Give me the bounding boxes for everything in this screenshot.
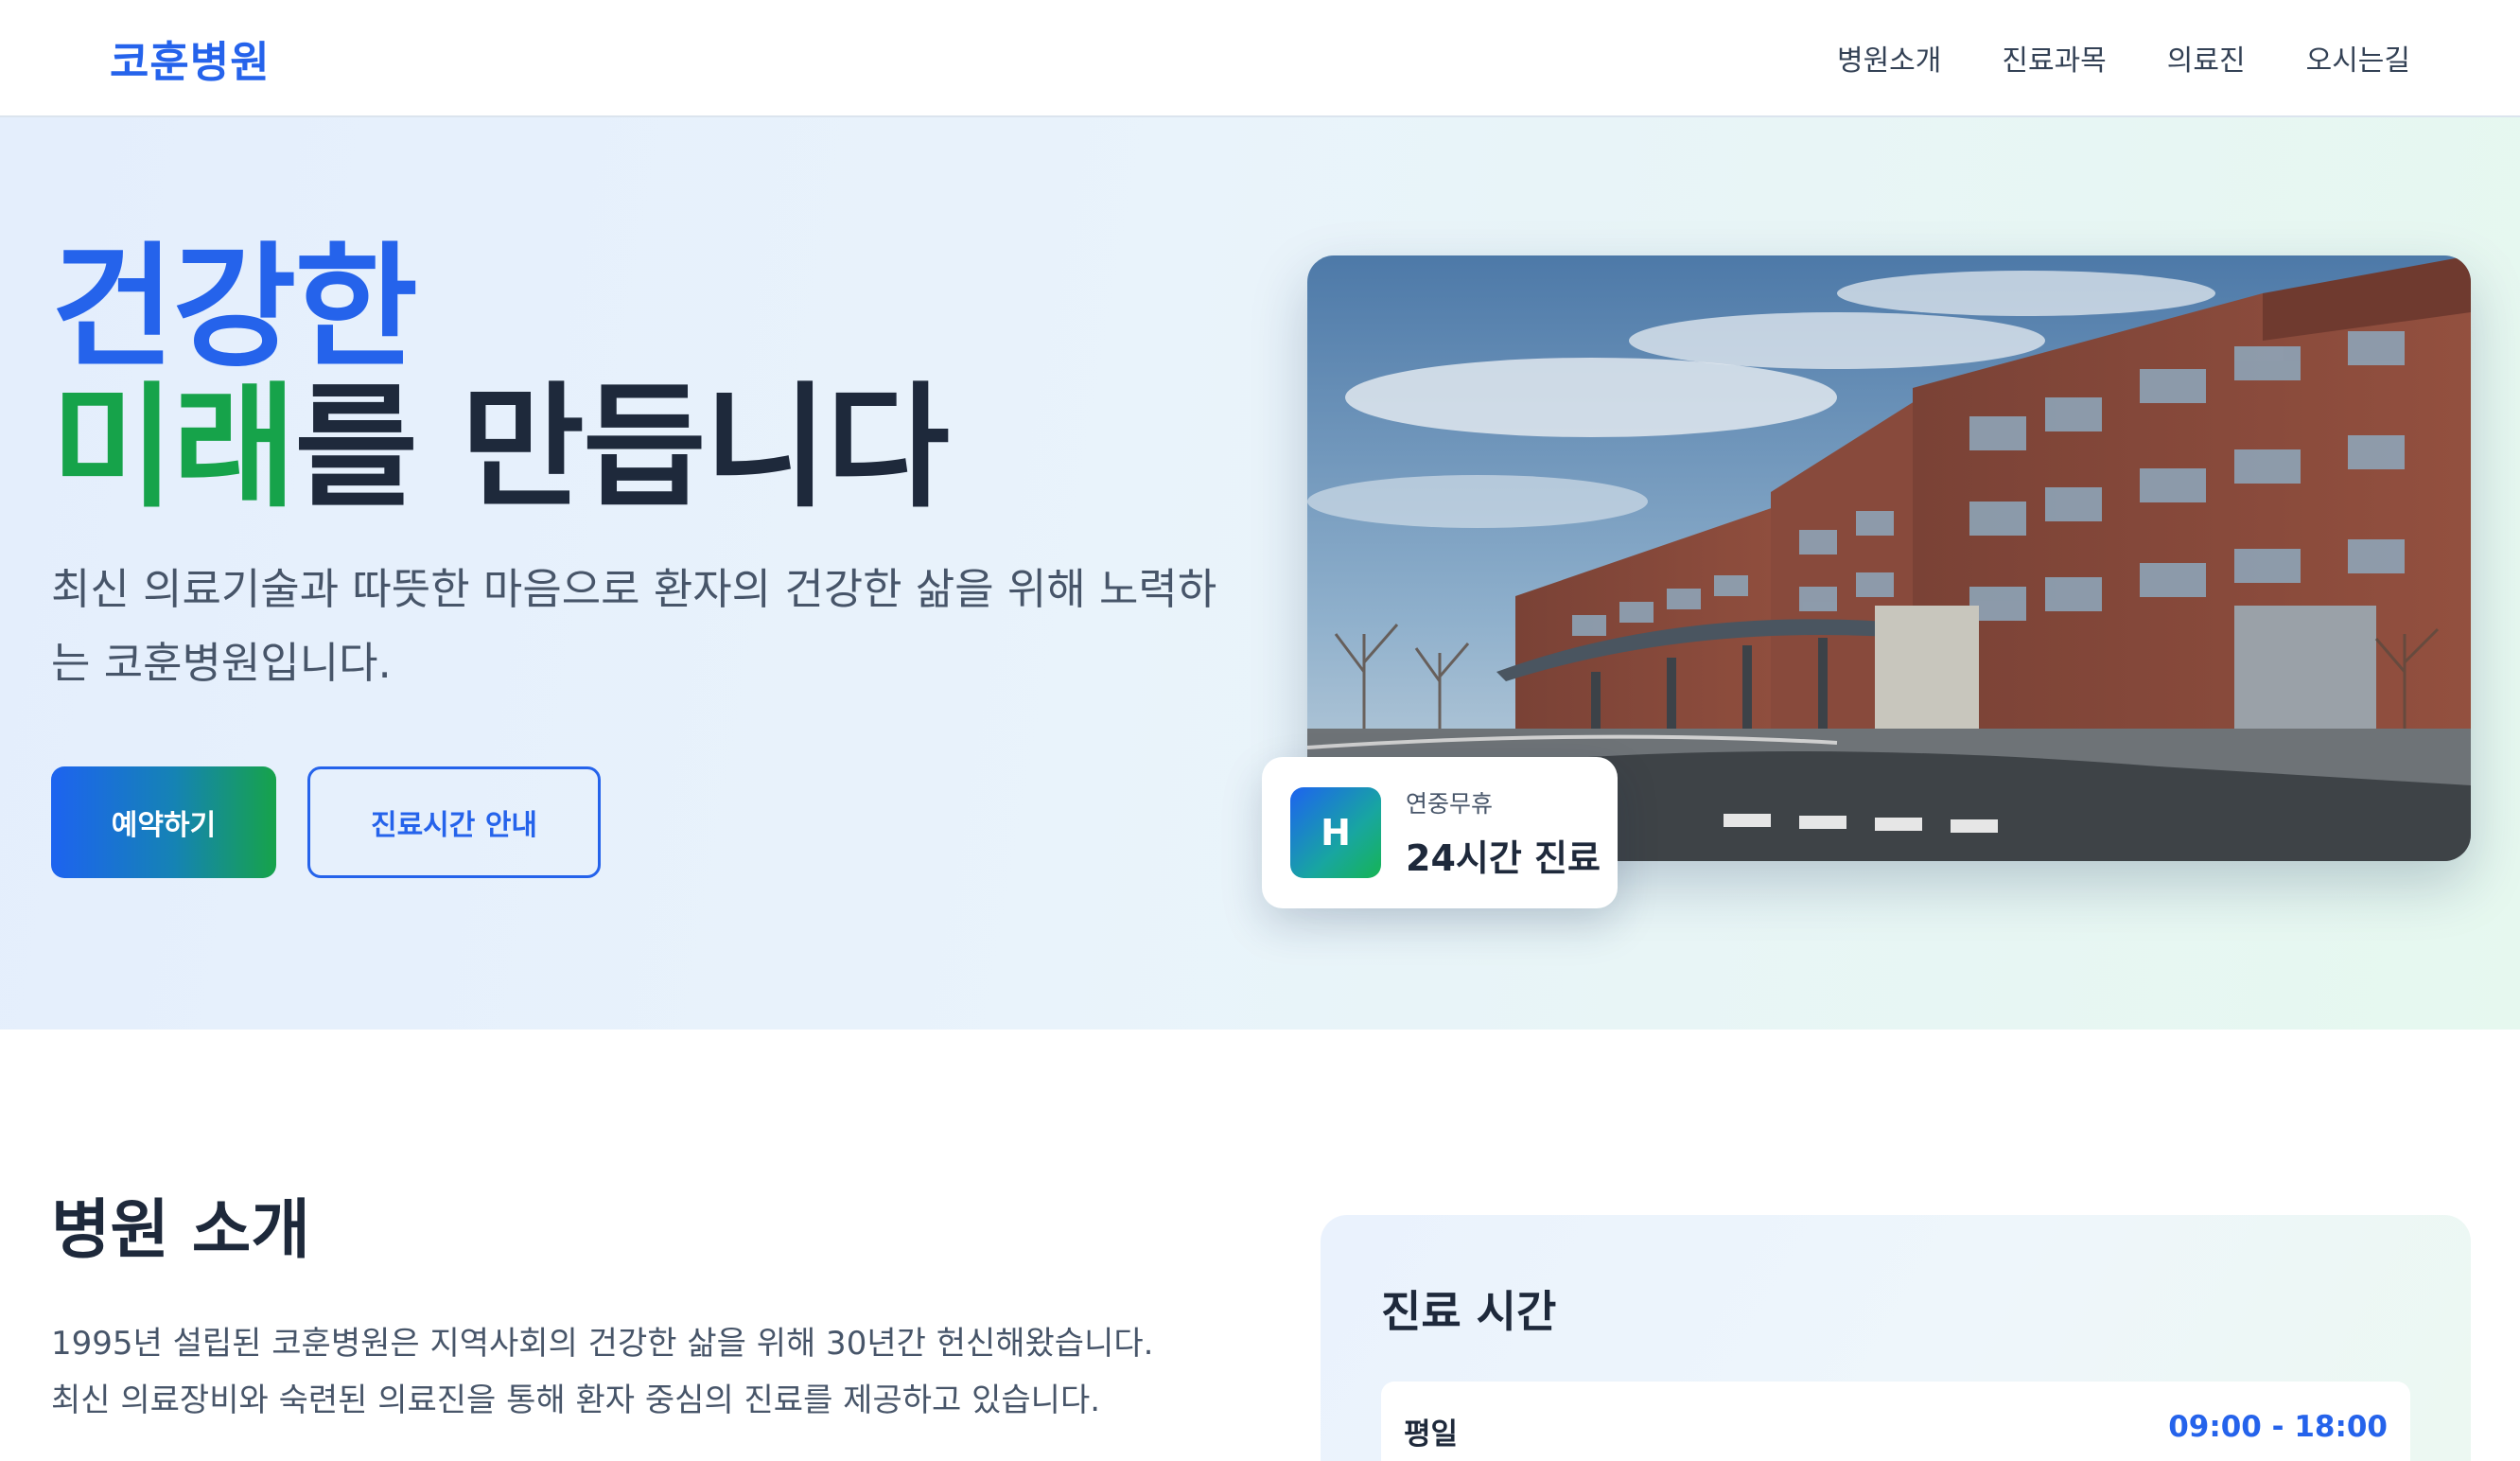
hero-title: 건강한 미래를 만듭니다 xyxy=(51,230,950,519)
hours-title: 진료 시간 xyxy=(1381,1286,1557,1337)
nav-item-directions[interactable]: 오시는길 xyxy=(2306,37,2410,79)
reserve-button[interactable]: 예약하기 xyxy=(51,766,276,878)
hours-row-weekday: 평일 09:00 - 18:00 xyxy=(1381,1382,2410,1461)
hours-time: 09:00 - 18:00 xyxy=(2168,1410,2388,1444)
badge-subtitle: 연중무휴 xyxy=(1406,789,1494,818)
hours-card: 진료 시간 평일 09:00 - 18:00 xyxy=(1321,1215,2471,1461)
about-description: 1995년 설립된 코훈병원은 지역사회의 건강한 삶을 위해 30년간 헌신해… xyxy=(51,1325,1154,1419)
hours-day: 평일 xyxy=(1404,1417,1459,1452)
hero-description: 최신 의료기술과 따뜻한 마음으로 환자의 건강한 삶을 위해 노력하는 코훈병… xyxy=(51,564,1217,688)
nav-item-departments[interactable]: 진료과목 xyxy=(2002,37,2106,79)
hero-title-highlight: 미래 xyxy=(51,370,296,526)
badge-title: 24시간 진료 xyxy=(1406,836,1601,879)
site-logo[interactable]: 코훈병원 xyxy=(110,27,271,89)
nav-item-doctors[interactable]: 의료진 xyxy=(2167,37,2246,79)
hospital-h-icon: H xyxy=(1290,787,1381,878)
24h-care-badge: H 연중무휴 24시간 진료 xyxy=(1262,757,1618,908)
badge-text: 연중무휴 24시간 진료 xyxy=(1406,785,1601,881)
hours-guide-button[interactable]: 진료시간 안내 xyxy=(307,766,601,878)
hero-section: 건강한 미래를 만듭니다 최신 의료기술과 따뜻한 마음으로 환자의 건강한 삶… xyxy=(0,117,2520,1030)
hero-title-line1: 건강한 xyxy=(51,230,418,386)
nav-item-about[interactable]: 병원소개 xyxy=(1837,37,1941,79)
hero-title-rest: 를 만듭니다 xyxy=(294,370,950,526)
main-nav: 병원소개 진료과목 의료진 오시는길 xyxy=(1837,37,2410,79)
site-header: 코훈병원 병원소개 진료과목 의료진 오시는길 xyxy=(0,0,2520,117)
about-title: 병원 소개 xyxy=(51,1193,310,1268)
